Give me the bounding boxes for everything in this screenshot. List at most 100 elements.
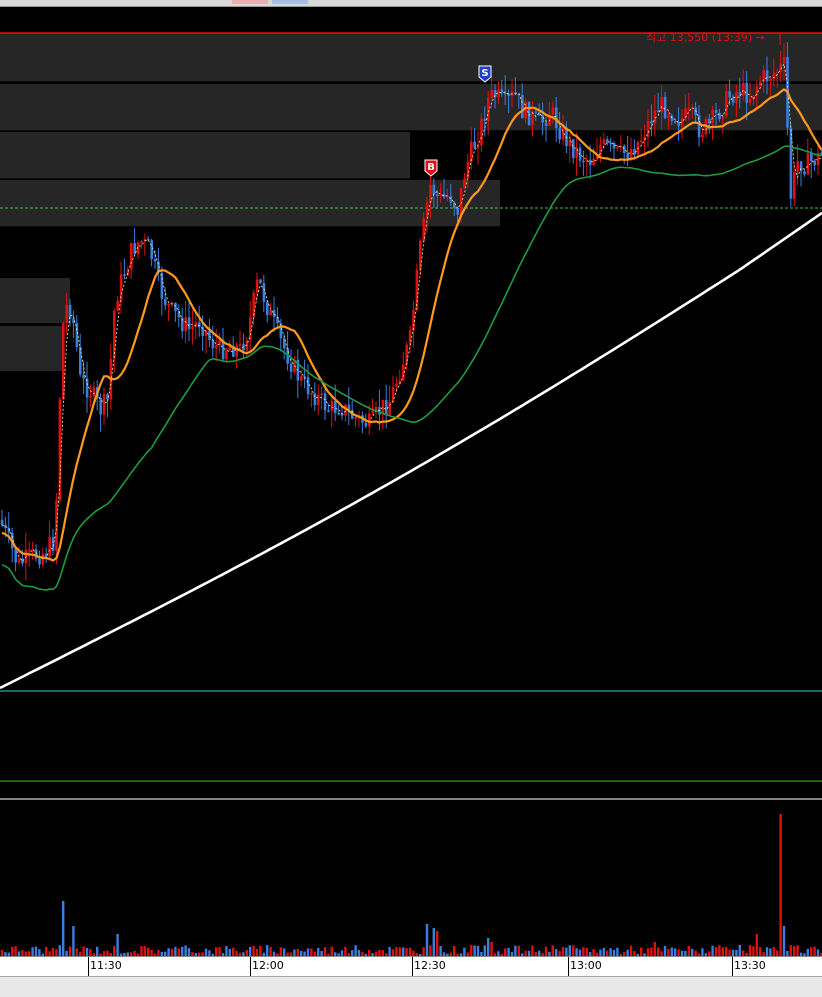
candle-body xyxy=(470,141,473,162)
volume-bar xyxy=(714,947,718,956)
volume-bar xyxy=(551,945,554,956)
candle-body xyxy=(742,82,745,96)
volume-bar xyxy=(204,948,208,956)
volume-bar xyxy=(330,946,333,956)
candle-body xyxy=(483,118,487,121)
candle-body xyxy=(701,134,704,138)
candle-body xyxy=(769,78,772,82)
candle-body xyxy=(354,416,357,419)
candle-body xyxy=(330,401,334,411)
volume-bar xyxy=(721,947,724,956)
candle-body xyxy=(572,139,575,159)
volume-bar xyxy=(476,945,480,956)
candle-body xyxy=(116,300,119,311)
volume-bar xyxy=(629,945,633,956)
volume-bar xyxy=(575,948,578,956)
time-axis: 11:30 12:00 12:30 13:00 13:30 xyxy=(0,956,822,977)
volume-bar xyxy=(765,947,769,956)
volume-bar xyxy=(640,947,643,956)
volume-bar xyxy=(31,947,34,956)
max-price-label: 최고 13,550 (13:39) → xyxy=(646,31,765,44)
ma-slow-line xyxy=(0,211,822,690)
volume-bar xyxy=(769,948,772,956)
candle-body xyxy=(249,317,252,341)
volume-bar xyxy=(585,947,588,956)
price-chart[interactable]: BS xyxy=(0,0,822,956)
candle-body xyxy=(425,202,429,219)
candle-body xyxy=(300,376,303,381)
candle-body xyxy=(24,549,28,564)
candle-body xyxy=(174,302,177,312)
candle-body xyxy=(113,310,116,360)
volume-profile-bar xyxy=(0,132,410,179)
volume-bar xyxy=(813,946,816,956)
candle-body xyxy=(748,98,752,103)
volume-bar xyxy=(582,947,585,956)
volume-bar xyxy=(793,946,796,956)
volume-bar xyxy=(398,947,401,956)
candle-body xyxy=(575,147,578,159)
volume-bar xyxy=(439,945,442,956)
time-tick-label: 12:00 xyxy=(252,959,284,972)
volume-bar xyxy=(572,945,575,956)
candle-body xyxy=(432,184,436,195)
volume-bar xyxy=(507,947,510,956)
volume-bar xyxy=(174,946,177,956)
candle-body xyxy=(153,259,157,262)
volume-bar xyxy=(514,945,517,956)
time-tick xyxy=(412,957,413,977)
volume-bar xyxy=(544,946,548,956)
candle-body xyxy=(177,311,181,318)
candle-body xyxy=(500,89,504,93)
volume-bar xyxy=(748,945,752,956)
volume-bar xyxy=(646,948,650,956)
volume-bar xyxy=(228,948,231,956)
candle-body xyxy=(164,298,167,306)
candle-body xyxy=(436,194,439,196)
volume-bar xyxy=(772,947,775,956)
time-tick xyxy=(250,957,251,977)
volume-bar xyxy=(306,948,310,956)
candle-body xyxy=(187,317,191,329)
candle-body xyxy=(551,107,555,115)
candle-body xyxy=(269,309,272,316)
candle-body xyxy=(806,153,810,175)
candle-body xyxy=(660,96,663,113)
candle-body xyxy=(238,344,242,346)
candle-body xyxy=(68,305,72,319)
volume-bar xyxy=(531,945,534,956)
volume-bar xyxy=(170,948,174,956)
candle-body xyxy=(439,194,442,196)
candle-body xyxy=(252,292,255,318)
volume-bar xyxy=(487,938,490,956)
volume-bar xyxy=(269,946,272,956)
candle-body xyxy=(317,394,320,405)
volume-bar xyxy=(225,946,228,956)
status-bar xyxy=(0,976,822,997)
candle-body xyxy=(306,377,310,395)
candle-body xyxy=(449,196,453,203)
candle-body xyxy=(527,101,531,126)
volume-bar xyxy=(266,945,269,956)
volume-bar xyxy=(45,946,48,956)
volume-bar xyxy=(453,945,456,956)
candle-body xyxy=(289,363,293,372)
volume-bar xyxy=(555,949,558,956)
time-tick-label: 13:00 xyxy=(570,959,602,972)
candle-body xyxy=(391,386,395,402)
candle-body xyxy=(130,243,133,270)
candle-body xyxy=(408,330,412,345)
candle-body xyxy=(92,387,96,397)
volume-bar xyxy=(432,928,435,956)
volume-bar xyxy=(14,946,17,956)
candle-body xyxy=(405,344,408,365)
candle-body xyxy=(616,146,619,149)
candle-body xyxy=(140,241,143,243)
time-tick xyxy=(732,957,733,977)
volume-bar xyxy=(402,947,405,956)
volume-bar xyxy=(436,931,439,956)
candle-body xyxy=(721,116,725,120)
volume-bar xyxy=(711,945,714,956)
volume-bar xyxy=(354,945,357,956)
candle-body xyxy=(368,413,371,427)
